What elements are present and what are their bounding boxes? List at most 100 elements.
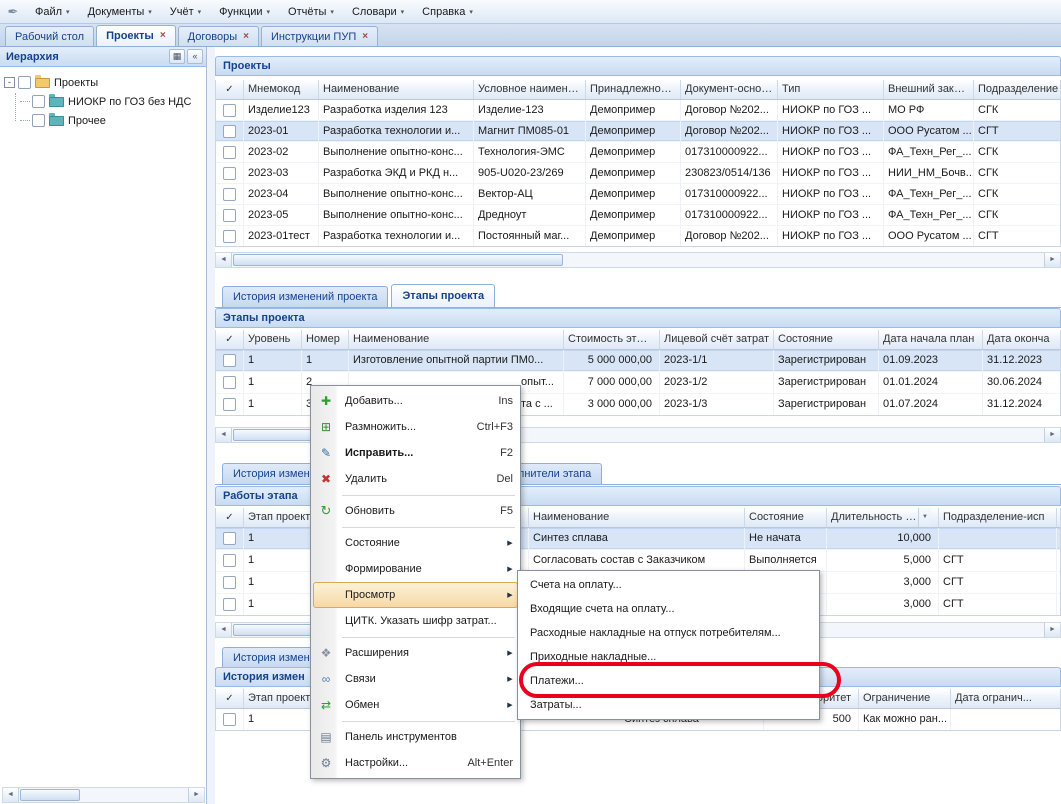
scroll-left-arrow[interactable]: ◄ — [216, 428, 232, 442]
row-checkbox[interactable] — [223, 376, 236, 389]
menuitem-Расходные накладные на отпуск потребителям...[interactable]: Расходные накладные на отпуск потребител… — [520, 621, 817, 645]
works-col-Состояние[interactable]: Состояние — [745, 508, 827, 527]
tab-close-icon[interactable]: × — [243, 32, 249, 42]
menuitem-Удалить[interactable]: ✖УдалитьDel — [313, 466, 518, 492]
projects-col-Наименование[interactable]: Наименование — [319, 80, 474, 99]
menuitem-Обмен[interactable]: ⇄Обмен▶ — [313, 692, 518, 718]
projects-row-3[interactable]: 2023-03Разработка ЭКД и РКД н...905-U020… — [216, 163, 1060, 184]
tab-Рабочий стол[interactable]: Рабочий стол — [5, 26, 94, 46]
projects-row-6[interactable]: 2023-01тестРазработка технологии и...Пос… — [216, 226, 1060, 247]
works-col-Подразделение-исп[interactable]: Подразделение-исп — [939, 508, 1057, 527]
projects-col-Внешний заказчик[interactable]: Внешний заказчик — [884, 80, 974, 99]
menuitem-Обновить[interactable]: ↻ОбновитьF5 — [313, 498, 518, 524]
scroll-right-arrow[interactable]: ► — [188, 788, 204, 802]
projects-col-Условное наименова[interactable]: Условное наименова — [474, 80, 586, 99]
projects-row-4[interactable]: 2023-04Выполнение опытно-конс...Вектор-А… — [216, 184, 1060, 205]
row-checkbox[interactable] — [223, 125, 236, 138]
row-checkbox[interactable] — [223, 230, 236, 243]
tree-checkbox[interactable] — [18, 76, 31, 89]
row-checkbox[interactable] — [223, 167, 236, 180]
projects-col-Принадлежность[interactable]: Принадлежность — [586, 80, 681, 99]
row-checkbox[interactable] — [223, 146, 236, 159]
scroll-left-arrow[interactable]: ◄ — [216, 623, 232, 637]
tree-node-НИОКР по ГОЗ без НДС[interactable]: НИОКР по ГОЗ без НДС — [4, 92, 202, 111]
scroll-left-arrow[interactable]: ◄ — [216, 253, 232, 267]
row-checkbox[interactable] — [223, 554, 236, 567]
panel-splitter[interactable] — [207, 47, 215, 804]
stages-col-Наименование[interactable]: Наименование — [349, 330, 564, 349]
tab-Проекты[interactable]: Проекты× — [96, 25, 176, 46]
menuitem-Панель инструментов[interactable]: ▤Панель инструментов — [313, 724, 518, 750]
menuitem-Приходные накладные...[interactable]: Приходные накладные... — [520, 645, 817, 669]
works-col-Длительность план[interactable]: Длительность план▼ — [827, 508, 939, 527]
history-col-Дата огранич...[interactable]: Дата огранич... — [951, 689, 1061, 708]
row-checkbox[interactable] — [223, 104, 236, 117]
stages-col-Дата оконча[interactable]: Дата оконча — [983, 330, 1061, 349]
collapse-panel-icon[interactable]: « — [187, 49, 203, 64]
row-checkbox[interactable] — [223, 209, 236, 222]
menuitem-Добавить...[interactable]: ✚Добавить...Ins — [313, 388, 518, 414]
projects-col-Мнемокод[interactable]: Мнемокод — [244, 80, 319, 99]
works-col-Наименование[interactable]: Наименование — [529, 508, 745, 527]
menubar-item-Словари[interactable]: Словари▾ — [343, 0, 413, 23]
menuitem-Просмотр[interactable]: Просмотр▶ — [313, 582, 518, 608]
menubar-item-Справка[interactable]: Справка▾ — [413, 0, 482, 23]
projects-row-2[interactable]: 2023-02Выполнение опытно-конс...Технолог… — [216, 142, 1060, 163]
menuitem-Расширения[interactable]: ❖Расширения▶ — [313, 640, 518, 666]
menuitem-Размножить...[interactable]: ⊞Размножить...Ctrl+F3 — [313, 414, 518, 440]
tree-node-Проекты[interactable]: -Проекты — [4, 73, 202, 92]
select-all-header[interactable]: ✓ — [216, 508, 244, 527]
menubar-item-Документы[interactable]: Документы▾ — [79, 0, 161, 23]
sidebar-hscrollbar[interactable]: ◄ ► — [2, 787, 205, 803]
scroll-thumb[interactable] — [233, 254, 563, 266]
menubar-item-Учёт[interactable]: Учёт▾ — [161, 0, 210, 23]
projects-row-0[interactable]: Изделие123Разработка изделия 123Изделие-… — [216, 100, 1060, 121]
column-menu-icon[interactable]: ▼ — [918, 508, 931, 527]
stages-col-Номер[interactable]: Номер — [302, 330, 349, 349]
tab-Этапы проекта[interactable]: Этапы проекта — [391, 284, 495, 307]
tree-expander-icon[interactable]: - — [4, 77, 15, 88]
menuitem-Затраты...[interactable]: Затраты... — [520, 693, 817, 717]
scroll-thumb[interactable] — [20, 789, 80, 801]
tree-checkbox[interactable] — [32, 95, 45, 108]
projects-col-Подразделение[interactable]: Подразделение — [974, 80, 1061, 99]
projects-col-Тип[interactable]: Тип — [778, 80, 884, 99]
tab-История измен[interactable]: История измен — [222, 647, 321, 668]
projects-row-5[interactable]: 2023-05Выполнение опытно-конс...Дредноут… — [216, 205, 1060, 226]
menubar-item-Файл[interactable]: Файл▾ — [26, 0, 79, 23]
row-checkbox[interactable] — [223, 598, 236, 611]
tree-node-Прочее[interactable]: Прочее — [4, 111, 202, 130]
tab-close-icon[interactable]: × — [160, 31, 166, 41]
stages-row-0[interactable]: 11Изготовление опытной партии ПМ0...5 00… — [216, 350, 1060, 372]
stages-col-Состояние[interactable]: Состояние — [774, 330, 879, 349]
grid-view-icon[interactable]: ▦ — [169, 49, 185, 64]
tab-История измен[interactable]: История измен — [222, 463, 321, 484]
tree-checkbox[interactable] — [32, 114, 45, 127]
tab-История изменений проекта[interactable]: История изменений проекта — [222, 286, 388, 307]
select-all-header[interactable]: ✓ — [216, 330, 244, 349]
history-col-Ограничение[interactable]: Ограничение — [859, 689, 951, 708]
menuitem-Настройки...[interactable]: ⚙Настройки...Alt+Enter — [313, 750, 518, 776]
row-checkbox[interactable] — [223, 532, 236, 545]
menuitem-Состояние[interactable]: Состояние▶ — [313, 530, 518, 556]
scroll-right-arrow[interactable]: ► — [1044, 623, 1060, 637]
menuitem-Исправить...[interactable]: ✎Исправить...F2 — [313, 440, 518, 466]
stages-col-Уровень[interactable]: Уровень — [244, 330, 302, 349]
row-checkbox[interactable] — [223, 713, 236, 726]
menuitem-Связи[interactable]: ∞Связи▶ — [313, 666, 518, 692]
menuitem-Формирование[interactable]: Формирование▶ — [313, 556, 518, 582]
scroll-right-arrow[interactable]: ► — [1044, 253, 1060, 267]
stages-col-Стоимость этапа[interactable]: Стоимость этапа — [564, 330, 660, 349]
select-all-header[interactable]: ✓ — [216, 80, 244, 99]
menubar-item-Отчёты[interactable]: Отчёты▾ — [279, 0, 343, 23]
select-all-header[interactable]: ✓ — [216, 689, 244, 708]
row-checkbox[interactable] — [223, 398, 236, 411]
scroll-right-arrow[interactable]: ► — [1044, 428, 1060, 442]
projects-row-1[interactable]: 2023-01Разработка технологии и...Магнит … — [216, 121, 1060, 142]
menuitem-Входящие счета на оплату...[interactable]: Входящие счета на оплату... — [520, 597, 817, 621]
menubar-item-Функции[interactable]: Функции▾ — [210, 0, 279, 23]
stages-col-Лицевой счёт затрат[interactable]: Лицевой счёт затрат — [660, 330, 774, 349]
projects-hscrollbar[interactable]: ◄ ► — [215, 252, 1061, 268]
projects-col-Документ-основан[interactable]: Документ-основан — [681, 80, 778, 99]
menuitem-ЦИТК. Указать шифр затрат...[interactable]: ЦИТК. Указать шифр затрат... — [313, 608, 518, 634]
